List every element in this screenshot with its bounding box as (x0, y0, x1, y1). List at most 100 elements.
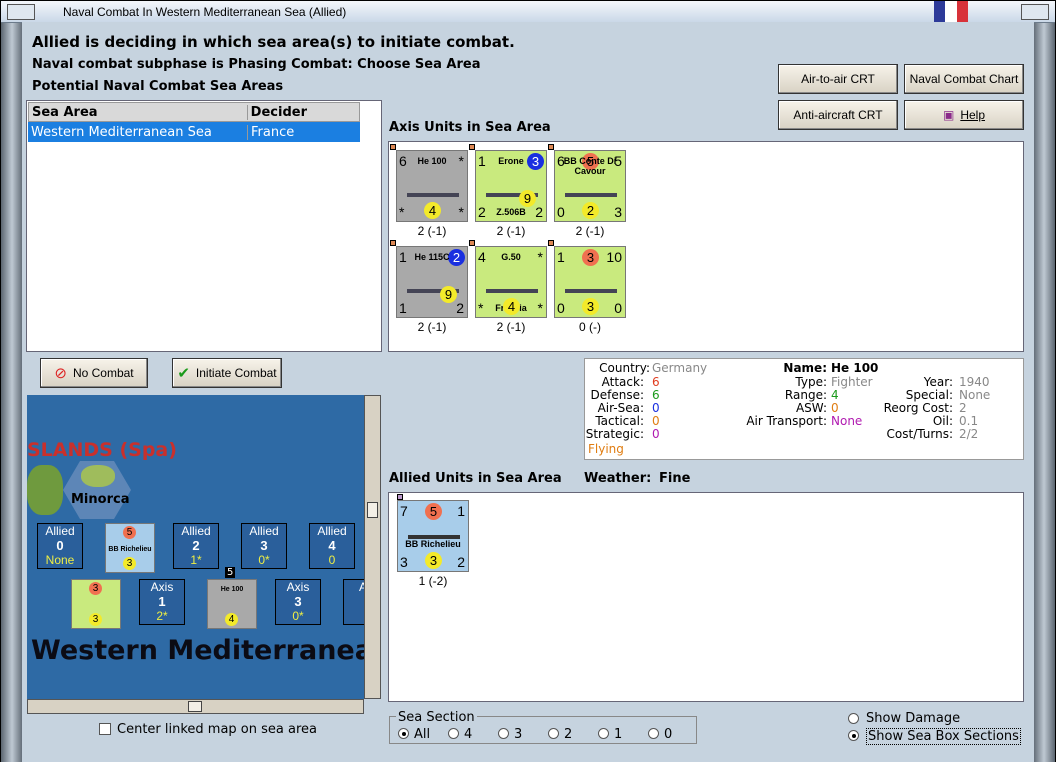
cell-area: Western Mediterranean Sea (28, 124, 248, 140)
sea-section-radio-3[interactable] (498, 728, 509, 739)
center-map-checkbox[interactable] (99, 723, 111, 735)
show-sections-radio[interactable] (848, 730, 859, 741)
unit-marker (397, 494, 403, 500)
defense-label: Defense: (590, 388, 644, 402)
table-row[interactable]: Western Mediterranean Sea France (28, 122, 360, 142)
hscroll-thumb[interactable] (188, 701, 202, 712)
naval-combat-chart-button[interactable]: Naval Combat Chart (904, 64, 1024, 94)
asw-value: 0 (831, 401, 839, 415)
map-axis-unit[interactable]: 3 3 (71, 579, 121, 629)
unit-marker (469, 240, 475, 246)
no-combat-button[interactable]: ⊘ No Combat (40, 358, 148, 388)
strategic-label: Strategic: (585, 427, 644, 441)
box-value: 0 (328, 553, 336, 567)
sea-area-table: Sea Area Decider Western Mediterranean S… (28, 102, 360, 142)
allied-sea-box-2[interactable]: Allied 2 1* (173, 523, 219, 569)
range-label: Range: (784, 388, 827, 402)
box-value: 0* (258, 553, 270, 567)
axis-unit-counter[interactable]: 6 5 5 BB Conte Di Cavour 0 2 3 (554, 150, 626, 222)
table-header: Sea Area Decider (28, 102, 360, 122)
air-to-air-crt-button[interactable]: Air-to-air CRT (778, 64, 898, 94)
strategic-value: 0 (652, 427, 660, 441)
col-decider: Decider (250, 104, 307, 120)
unit-marker (390, 240, 396, 246)
tactical-value: 0 (652, 414, 660, 428)
axis-sea-box-1[interactable]: Axis 1 2* (139, 579, 185, 625)
title-bar: Naval Combat In Western Mediterranean Se… (1, 1, 1055, 23)
unit-bottom-left: 0 (557, 300, 565, 316)
cost-label: Cost/Turns: (886, 427, 953, 441)
tactical-label: Tactical: (595, 414, 644, 428)
allied-sea-box-4[interactable]: Allied 4 0 (309, 523, 355, 569)
battleship-icon (408, 525, 460, 539)
map-axis-plane-unit[interactable]: He 100 4 (207, 579, 257, 629)
axis-unit-counter[interactable]: 1 2 He 115C 1 9 2 (396, 246, 468, 318)
range-value: 4 (831, 388, 839, 402)
unit-top-circle: 5 (425, 503, 442, 520)
unit-circle: 2 (582, 202, 599, 219)
map-vertical-scrollbar[interactable] (364, 395, 381, 699)
axis-unit-counter[interactable]: 1 3 Erone Z.506B 2 9 2 (475, 150, 547, 222)
sea-section-radio-1[interactable] (598, 728, 609, 739)
help-button[interactable]: ▣ Help (904, 100, 1024, 130)
box-title: Allied (45, 524, 75, 538)
allied-sea-box-0[interactable]: Allied 0 None (37, 523, 83, 569)
check-icon: ✔ (177, 365, 190, 382)
islands-label: SLANDS (Spa) (27, 439, 177, 461)
map-allied-unit[interactable]: 5 BB Richelieu 3 (105, 523, 155, 573)
unit-info-panel: Country: Germany Attack: 6 Defense: 6 Ai… (584, 358, 1024, 460)
sea-section-radio-4[interactable] (448, 728, 459, 739)
anti-aircraft-crt-button[interactable]: Anti-aircraft CRT (778, 100, 898, 130)
linked-map[interactable]: SLANDS (Spa) Minorca Allied 0 None Allied 2… (27, 395, 364, 699)
oil-value: 0.1 (959, 414, 979, 428)
vscroll-thumb[interactable] (367, 502, 378, 518)
box-title: Allied (317, 524, 347, 538)
show-damage-radio[interactable] (848, 713, 859, 724)
island-shape (27, 465, 63, 515)
airsea-value: 0 (652, 401, 660, 415)
axis-sea-box-partial[interactable]: Ax (343, 579, 364, 625)
axis-units-title: Axis Units in Sea Area (389, 120, 551, 135)
map-horizontal-scrollbar[interactable] (27, 699, 364, 714)
unit-name: He 100 (417, 156, 447, 166)
unit-bottom-right: 0 (614, 300, 622, 316)
sea-section-radio-all[interactable] (398, 728, 409, 739)
attack-label: Attack: (601, 375, 644, 389)
unit-name: BB Richelieu (405, 539, 461, 549)
unit-bottom-right: 2 (535, 204, 543, 220)
box-value: None (45, 553, 75, 567)
unit-top-left: 1 (557, 249, 565, 265)
axis-unit-caption: 0 (-) (579, 320, 601, 334)
system-menu-button[interactable] (7, 4, 35, 20)
sea-section-radio-0[interactable] (648, 728, 659, 739)
unit-marker (469, 144, 475, 150)
unit-bottom-right: 2 (457, 554, 465, 570)
close-button[interactable] (1021, 4, 1049, 20)
no-icon: ⊘ (54, 365, 67, 382)
type-value: Fighter (831, 375, 873, 389)
unit-bottom-left: 3 (400, 554, 408, 570)
sea-section-option-label: 1 (614, 727, 623, 742)
sea-section-radio-2[interactable] (548, 728, 559, 739)
unit-bottom-right: 2 (456, 300, 464, 316)
allied-sea-box-3[interactable]: Allied 3 0* (241, 523, 287, 569)
right-frame (1033, 23, 1055, 762)
country-value: Germany (652, 361, 708, 375)
allied-unit-counter[interactable]: 7 5 1 BB Richelieu 3 3 2 (397, 500, 469, 572)
allied-units-panel (388, 492, 1024, 702)
axis-unit-counter[interactable]: 4*G.50Freccia*4* (475, 246, 547, 318)
box-number: 0 (56, 538, 64, 553)
unit-bottom-right: * (537, 300, 543, 316)
france-flag-icon (934, 1, 968, 23)
unit-marker (548, 144, 554, 150)
axis-unit-counter[interactable]: 6 * He 100 * 4 * (396, 150, 468, 222)
axis-sea-box-3[interactable]: Axis 3 0* (275, 579, 321, 625)
unit-bottom-right: * (458, 204, 464, 220)
book-icon: ▣ (942, 108, 955, 122)
axis-unit-counter[interactable]: 1 3 10 0 3 0 (554, 246, 626, 318)
plane-icon (486, 275, 538, 293)
initiate-combat-button[interactable]: ✔ Initiate Combat (172, 358, 282, 388)
flying-status: Flying (588, 442, 624, 456)
airsea-label: Air-Sea: (597, 401, 644, 415)
potential-areas-heading: Potential Naval Combat Sea Areas (32, 79, 284, 94)
